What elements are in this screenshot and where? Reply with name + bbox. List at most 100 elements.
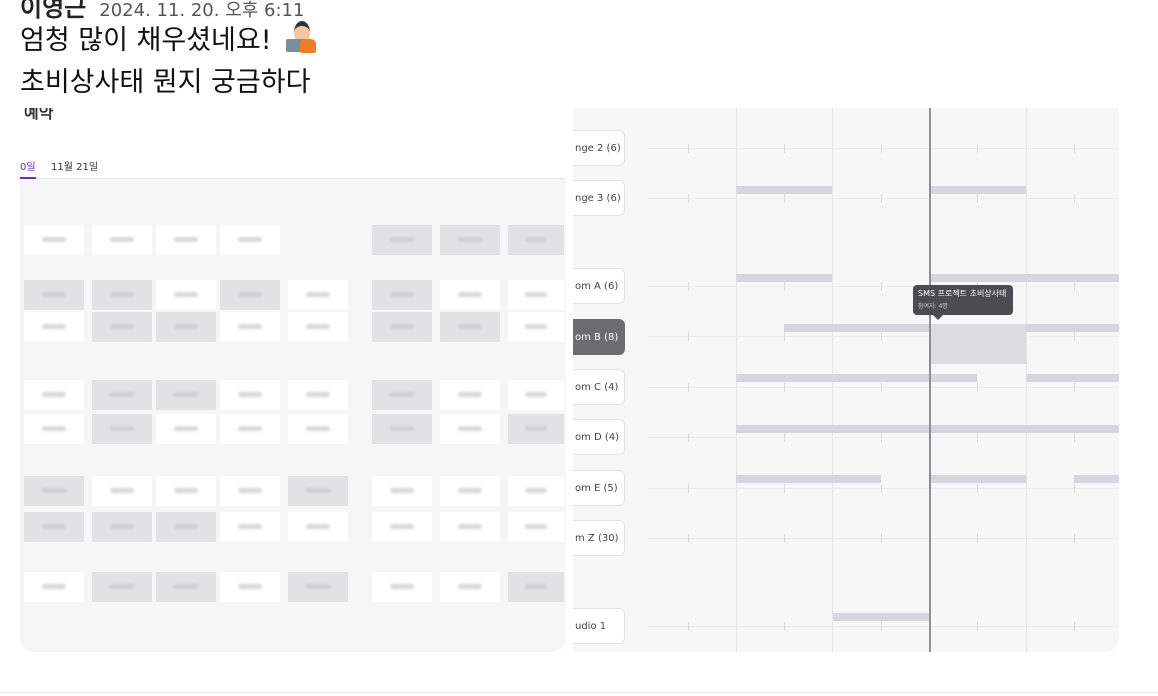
technologist-emoji-icon: [286, 21, 317, 53]
tooltip-participants: 참여자: 4명: [918, 303, 948, 310]
blurred-grid-cell: [156, 572, 216, 602]
blurred-grid-cell: [92, 476, 152, 506]
half-hour-tick: [784, 622, 785, 631]
booking-bar[interactable]: [930, 475, 1026, 483]
room-e[interactable]: om E (5): [573, 470, 625, 506]
room-studio-1[interactable]: udio 1: [573, 608, 625, 644]
tab-today[interactable]: 0일: [20, 158, 36, 179]
room-label: nge 3 (6): [575, 192, 621, 204]
room-lounge-3[interactable]: nge 3 (6): [573, 180, 625, 216]
half-hour-tick: [1074, 622, 1075, 631]
room-label: udio 1: [575, 620, 607, 632]
tab-nov-21[interactable]: 11월 21일: [51, 158, 98, 173]
half-hour-tick: [784, 194, 785, 203]
reservation-header: 예약 0일 11월 21일: [20, 108, 566, 179]
blurred-grid-cell: [372, 572, 432, 602]
blurred-grid-cell: [92, 280, 152, 310]
message-text-1: 엄청 많이 채우셨네요!: [20, 25, 272, 56]
row-gridline: [647, 626, 1119, 627]
half-hour-tick: [881, 282, 882, 291]
room-z[interactable]: m Z (30): [573, 520, 625, 556]
half-hour-tick: [1074, 332, 1075, 341]
half-hour-tick: [977, 484, 978, 493]
room-timeline-screenshot: nge 2 (6) nge 3 (6) om A (6) om B (8) om…: [573, 108, 1119, 652]
blurred-grid-cell: [24, 572, 84, 602]
booking-bar[interactable]: [736, 186, 832, 194]
blurred-grid-cell: [92, 380, 152, 410]
blurred-grid-cell: [156, 380, 216, 410]
half-hour-tick: [688, 383, 689, 392]
room-c[interactable]: om C (4): [573, 369, 625, 405]
blurred-grid-cell: [440, 225, 500, 255]
booking-bar[interactable]: [1026, 374, 1119, 382]
blurred-grid-cell: [156, 414, 216, 444]
blurred-grid-cell: [92, 572, 152, 602]
reservation-screenshot-left: 예약 0일 11월 21일: [20, 108, 566, 652]
half-hour-tick: [977, 194, 978, 203]
half-hour-tick: [977, 433, 978, 442]
half-hour-tick: [881, 433, 882, 442]
half-hour-tick: [784, 383, 785, 392]
blurred-grid-cell: [24, 380, 84, 410]
booking-bar[interactable]: [736, 475, 881, 483]
half-hour-tick: [977, 622, 978, 631]
selected-booking-area: [930, 324, 1026, 364]
blurred-grid-cell: [288, 572, 348, 602]
blurred-grid-cell: [508, 225, 564, 255]
blurred-grid-cell: [508, 476, 564, 506]
half-hour-tick: [1074, 194, 1075, 203]
booking-bar[interactable]: [833, 613, 929, 621]
blurred-grid-cell: [24, 225, 84, 255]
row-gridline: [647, 198, 1119, 199]
blurred-grid-cell: [288, 312, 348, 342]
half-hour-tick: [688, 332, 689, 341]
blurred-grid-cell: [288, 512, 348, 542]
booking-bar[interactable]: [930, 274, 1119, 282]
half-hour-tick: [1074, 144, 1075, 153]
booking-bar[interactable]: [736, 274, 832, 282]
room-a[interactable]: om A (6): [573, 268, 625, 304]
bottom-divider: [0, 692, 1158, 693]
blurred-grid-cell: [440, 280, 500, 310]
room-lounge-2[interactable]: nge 2 (6): [573, 130, 625, 166]
half-hour-tick: [688, 144, 689, 153]
half-hour-tick: [784, 282, 785, 291]
blurred-grid-cell: [372, 414, 432, 444]
booking-bar[interactable]: [930, 186, 1026, 194]
half-hour-tick: [784, 144, 785, 153]
room-b[interactable]: om B (8): [573, 319, 625, 355]
blurred-grid-cell: [288, 414, 348, 444]
half-hour-tick: [881, 534, 882, 543]
half-hour-tick: [1074, 433, 1075, 442]
booking-bar[interactable]: [1074, 475, 1119, 483]
row-gridline: [647, 488, 1119, 489]
half-hour-tick: [1074, 484, 1075, 493]
blurred-grid-cell: [24, 312, 84, 342]
half-hour-tick: [784, 433, 785, 442]
room-label: m Z (30): [575, 532, 619, 544]
row-gridline: [647, 387, 1119, 388]
booking-bar[interactable]: [736, 374, 977, 382]
blurred-grid-cell: [508, 572, 564, 602]
blurred-grid-cell: [220, 512, 280, 542]
blurred-grid-cell: [92, 225, 152, 255]
half-hour-tick: [977, 144, 978, 153]
half-hour-tick: [688, 622, 689, 631]
blurred-grid-cell: [220, 225, 280, 255]
blurred-grid-cell: [156, 312, 216, 342]
booking-bar[interactable]: [736, 425, 1119, 433]
room-label: nge 2 (6): [575, 142, 621, 154]
half-hour-tick: [881, 144, 882, 153]
room-label: om E (5): [575, 482, 618, 494]
blurred-grid-cell: [372, 476, 432, 506]
current-time-line: [929, 108, 931, 652]
message-line-2: 초비상사태 뭔지 궁금하다: [20, 60, 310, 99]
half-hour-tick: [881, 383, 882, 392]
blurred-grid-cell: [508, 512, 564, 542]
room-d[interactable]: om D (4): [573, 419, 625, 455]
blurred-grid-cell: [24, 512, 84, 542]
blurred-grid-cell: [440, 572, 500, 602]
half-hour-tick: [1074, 383, 1075, 392]
half-hour-tick: [881, 622, 882, 631]
half-hour-tick: [1074, 534, 1075, 543]
